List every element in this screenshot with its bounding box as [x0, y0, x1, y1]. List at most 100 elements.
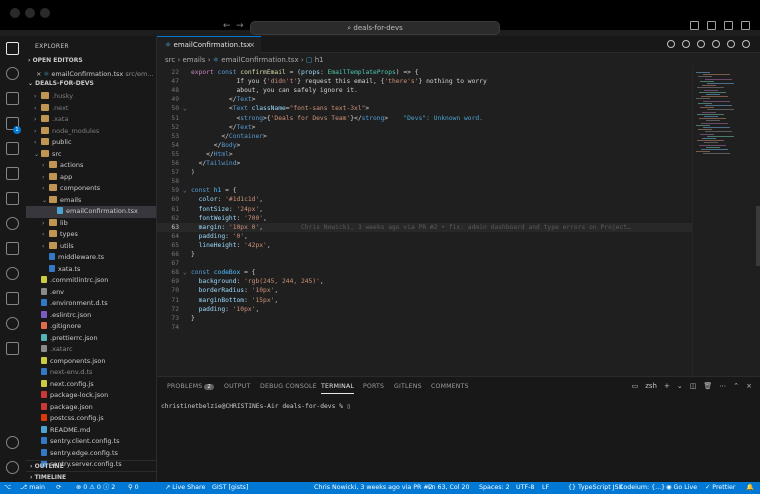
breadcrumb-emails[interactable]: emails — [183, 56, 206, 64]
more-actions-icon[interactable] — [742, 40, 750, 48]
tree-item[interactable]: postcss.config.js — [26, 413, 156, 425]
problems-indicator[interactable]: ⊗ 0 ⚠ 0 ⓘ 2 — [76, 482, 115, 494]
tree-item[interactable]: sentry.client.config.ts — [26, 436, 156, 448]
tree-item[interactable]: › .xata — [26, 114, 156, 126]
code-line[interactable]: 72 padding: '10px', — [157, 305, 692, 314]
code-line[interactable]: 51 <strong>{'Deals for Devs Team'}</stro… — [157, 114, 692, 123]
open-editor-item[interactable]: × ⚛ emailConfirmation.tsx src/em... — [36, 70, 154, 78]
terminal-prompt[interactable]: christinetbelzie@CHRISTINEs-Air deals-fo… — [161, 403, 351, 410]
tree-item[interactable]: .eslintrc.json — [26, 310, 156, 322]
new-terminal-icon[interactable]: + — [664, 382, 670, 390]
tree-item[interactable]: sentry.edge.config.ts — [26, 448, 156, 460]
project-section[interactable]: ⌄ DEALS-FOR-DEVS — [28, 80, 94, 87]
codeium-status[interactable]: Codeium: {...} — [619, 482, 665, 494]
code-line[interactable]: 58 — [157, 177, 692, 186]
fold-chevron-icon[interactable]: ⌄ — [183, 268, 187, 277]
code-line[interactable]: 68 ⌄ const codeBox = { — [157, 268, 692, 277]
code-line[interactable]: 73} — [157, 314, 692, 323]
tree-item[interactable]: › lib — [26, 218, 156, 230]
ports-indicator[interactable]: ⚲ 0 — [128, 482, 139, 494]
code-line[interactable]: 52 </Text> — [157, 123, 692, 132]
breadcrumb-symbol[interactable]: h1 — [315, 56, 324, 64]
minimap[interactable] — [692, 66, 760, 376]
branch-indicator[interactable]: ⎇ main — [20, 482, 45, 494]
codeium-icon[interactable] — [6, 267, 19, 280]
tree-item[interactable]: README.md — [26, 425, 156, 437]
customize-layout-icon[interactable] — [741, 21, 750, 30]
tab-debug-console[interactable]: DEBUG CONSOLE — [260, 383, 317, 390]
code-line[interactable]: 59 ⌄ const h1 = { — [157, 186, 692, 195]
code-line[interactable]: 63 margin: '10px 0', Chris Nowicki, 3 we… — [157, 222, 692, 232]
docker-icon[interactable] — [6, 242, 19, 255]
extensions-icon[interactable] — [6, 142, 19, 155]
maximize-window-button[interactable] — [40, 8, 50, 18]
explorer-icon[interactable] — [6, 42, 19, 55]
tree-item[interactable]: next-env.d.ts — [26, 367, 156, 379]
tree-item[interactable]: ⌄ emails — [26, 195, 156, 207]
outline-section[interactable]: › OUTLINE — [26, 460, 156, 471]
code-line[interactable]: 70 borderRadius: '10px', — [157, 286, 692, 295]
tab-ports[interactable]: PORTS — [363, 383, 384, 390]
live-share-button[interactable]: ↗ Live Share — [165, 482, 205, 494]
prettier-status[interactable]: ✓ Prettier — [705, 482, 735, 494]
go-live-button[interactable]: ◉ Go Live — [666, 482, 697, 494]
tree-item[interactable]: › app — [26, 172, 156, 184]
toggle-secondary-sidebar-icon[interactable] — [724, 21, 733, 30]
code-line[interactable]: 57) — [157, 168, 692, 177]
breadcrumb-file[interactable]: emailConfirmation.tsx — [221, 56, 298, 64]
code-line[interactable]: 61 fontSize: '24px', — [157, 205, 692, 214]
split-editor-icon[interactable] — [727, 40, 735, 48]
end-of-line[interactable]: LF — [542, 482, 549, 494]
scrollbar-thumb[interactable] — [756, 206, 760, 266]
encoding[interactable]: UTF-8 — [516, 482, 534, 494]
remote-icon[interactable]: ⌥ — [4, 482, 11, 494]
code-line[interactable]: 49 </Text> — [157, 95, 692, 104]
toggle-sidebar-icon[interactable] — [690, 21, 699, 30]
breadcrumb-src[interactable]: src — [165, 56, 175, 64]
split-terminal-icon[interactable]: ◫ — [690, 382, 697, 390]
trash-icon[interactable]: 🗑 — [703, 382, 712, 390]
tab-problems[interactable]: PROBLEMS 2 — [167, 383, 215, 390]
close-panel-icon[interactable]: × — [746, 382, 752, 390]
code-line[interactable]: 71 marginBottom: '15px', — [157, 296, 692, 305]
tree-item[interactable]: › .husky — [26, 91, 156, 103]
gist-indicator[interactable]: GIST [gists] — [212, 482, 248, 494]
tree-item[interactable]: package.json — [26, 402, 156, 414]
back-arrow-icon[interactable]: ← — [223, 21, 231, 31]
minimize-window-button[interactable] — [25, 8, 35, 18]
notifications-bell-icon[interactable]: 🔔 — [746, 482, 754, 494]
tab-gitlens[interactable]: GITLENS — [394, 383, 422, 390]
account-icon[interactable] — [6, 436, 19, 449]
tree-item[interactable]: xata.ts — [26, 264, 156, 276]
live-share-icon[interactable] — [6, 292, 19, 305]
github-icon[interactable] — [6, 317, 19, 330]
cursor-position[interactable]: Ln 63, Col 20 — [428, 482, 470, 494]
tree-item[interactable]: next.config.js — [26, 379, 156, 391]
code-line[interactable]: 53 </Container> — [157, 132, 692, 141]
close-window-button[interactable] — [10, 8, 20, 18]
code-line[interactable]: 55 </Html> — [157, 150, 692, 159]
tree-item[interactable]: ⌄ src — [26, 149, 156, 161]
close-tab-icon[interactable]: × — [249, 37, 255, 53]
tree-item[interactable]: components.json — [26, 356, 156, 368]
chevron-down-icon[interactable]: ⌄ — [677, 382, 683, 390]
tab-email-confirmation[interactable]: ⚛ emailConfirmation.tsx × — [157, 36, 261, 53]
code-line[interactable]: 67 — [157, 259, 692, 268]
code-line[interactable]: 69 background: 'rgb(245, 244, 245)', — [157, 277, 692, 286]
tree-item[interactable]: › node_modules — [26, 126, 156, 138]
code-line[interactable]: 64 padding: '0', — [157, 232, 692, 241]
code-editor[interactable]: 22 export const confirmEmail = (props: Em… — [157, 66, 692, 376]
open-changes-icon[interactable] — [712, 40, 720, 48]
tree-item[interactable]: .env — [26, 287, 156, 299]
tree-item[interactable]: › components — [26, 183, 156, 195]
forward-arrow-icon[interactable]: → — [236, 21, 244, 31]
code-line[interactable]: 65 lineHeight: '42px', — [157, 241, 692, 250]
tree-item[interactable]: › utils — [26, 241, 156, 253]
command-center-search[interactable]: ⌕ deals-for-devs — [250, 21, 500, 35]
search-icon[interactable] — [6, 67, 19, 80]
database-icon[interactable] — [6, 342, 19, 355]
remote-explorer-icon[interactable] — [6, 167, 19, 180]
tree-item[interactable]: .commitlintrc.json — [26, 275, 156, 287]
testing-icon[interactable] — [6, 192, 19, 205]
code-line[interactable]: 22 export const confirmEmail = (props: Em… — [157, 68, 692, 77]
